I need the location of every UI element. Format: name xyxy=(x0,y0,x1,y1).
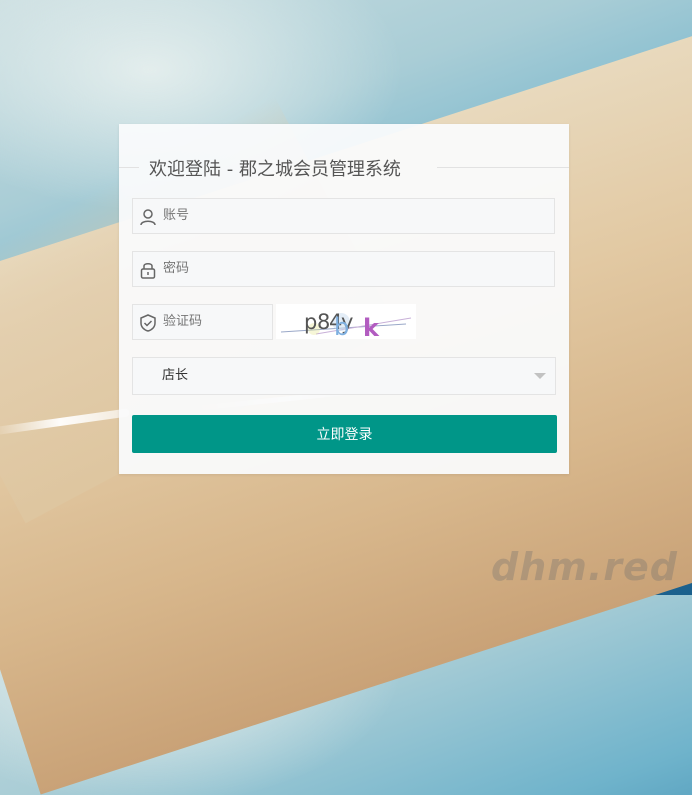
captcha-char: k xyxy=(363,314,380,339)
captcha-char: b xyxy=(334,313,349,339)
title-divider-right xyxy=(437,167,569,168)
captcha-field[interactable] xyxy=(132,304,273,340)
role-select[interactable]: 店长 xyxy=(132,357,556,395)
login-button[interactable]: 立即登录 xyxy=(132,415,557,453)
title-divider-left xyxy=(119,167,139,168)
account-field[interactable] xyxy=(132,198,555,234)
role-select-value: 店长 xyxy=(162,368,189,383)
captcha-input[interactable] xyxy=(163,305,268,339)
lock-icon xyxy=(138,260,158,280)
title-row: 欢迎登陆 - 郡之城会员管理系统 xyxy=(119,152,569,182)
captcha-char: p xyxy=(304,310,317,334)
login-panel: 欢迎登陆 - 郡之城会员管理系统 账号 验证码 p 8 4 y b k 店长 立… xyxy=(119,124,569,474)
password-input[interactable] xyxy=(163,252,543,286)
page-title: 欢迎登陆 - 郡之城会员管理系统 xyxy=(149,159,401,180)
shield-icon xyxy=(138,313,158,333)
chevron-down-icon xyxy=(534,373,546,379)
user-icon xyxy=(138,207,158,227)
captcha-svg: p 8 4 y b k xyxy=(280,310,412,339)
captcha-image[interactable]: p 8 4 y b k xyxy=(276,304,416,339)
password-field[interactable] xyxy=(132,251,555,287)
watermark: dhm.red xyxy=(491,545,678,589)
account-input[interactable] xyxy=(163,199,543,233)
